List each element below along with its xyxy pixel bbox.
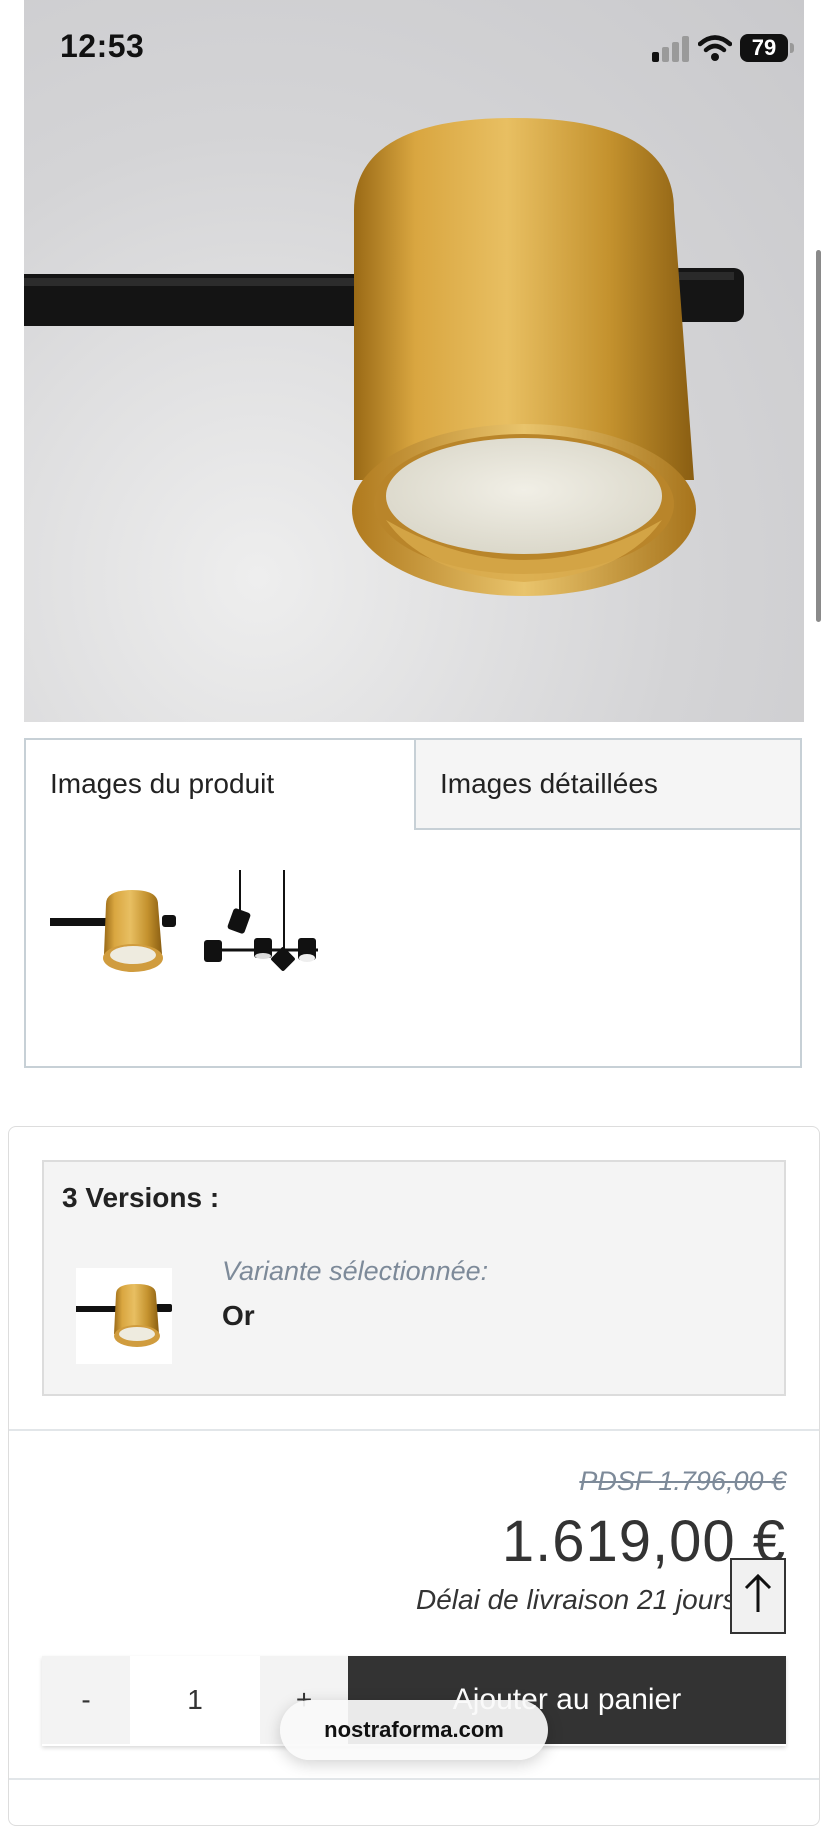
arrow-up-icon bbox=[744, 1573, 772, 1612]
variant-selector: 3 Versions : Variante sélectionnée: Or bbox=[42, 1160, 786, 1396]
recommended-retail-price: PDSF 1.796,00 € bbox=[579, 1466, 786, 1496]
image-gallery: Images du produit Images détaillées bbox=[24, 738, 802, 1068]
battery-tip bbox=[790, 43, 794, 53]
brass-lamp-illustration bbox=[24, 118, 744, 596]
section-divider bbox=[9, 1429, 819, 1431]
quantity-decrease-button[interactable]: - bbox=[42, 1656, 130, 1744]
thumbnail-chandelier[interactable] bbox=[200, 870, 330, 990]
status-bar: 12:53 79 bbox=[0, 0, 828, 100]
battery-icon: 79 bbox=[740, 34, 788, 62]
scroll-indicator[interactable] bbox=[816, 250, 821, 622]
tab-label: Images du produit bbox=[50, 768, 275, 799]
tab-product-images[interactable]: Images du produit bbox=[26, 740, 414, 830]
browser-url-bar[interactable]: nostraforma.com bbox=[280, 1700, 548, 1760]
section-divider-bottom bbox=[9, 1778, 819, 1780]
wifi-icon bbox=[698, 35, 732, 61]
cellular-signal-icon bbox=[652, 36, 689, 62]
url-text: nostraforma.com bbox=[324, 1717, 504, 1742]
variant-thumbnail-gold[interactable] bbox=[76, 1268, 172, 1364]
status-time: 12:53 bbox=[60, 28, 145, 64]
selected-variant-caption: Variante sélectionnée: bbox=[222, 1256, 489, 1286]
product-main-image[interactable] bbox=[24, 0, 804, 722]
selected-variant-value: Or bbox=[222, 1300, 255, 1331]
back-to-top-button[interactable] bbox=[730, 1558, 786, 1634]
versions-title: 3 Versions : bbox=[62, 1182, 220, 1213]
tab-detailed-images[interactable]: Images détaillées bbox=[414, 740, 800, 830]
tab-label: Images détaillées bbox=[440, 768, 658, 799]
battery-level: 79 bbox=[751, 35, 777, 60]
quantity-input[interactable]: 1 bbox=[130, 1656, 260, 1744]
thumbnail-brass-lamp[interactable] bbox=[50, 870, 180, 990]
